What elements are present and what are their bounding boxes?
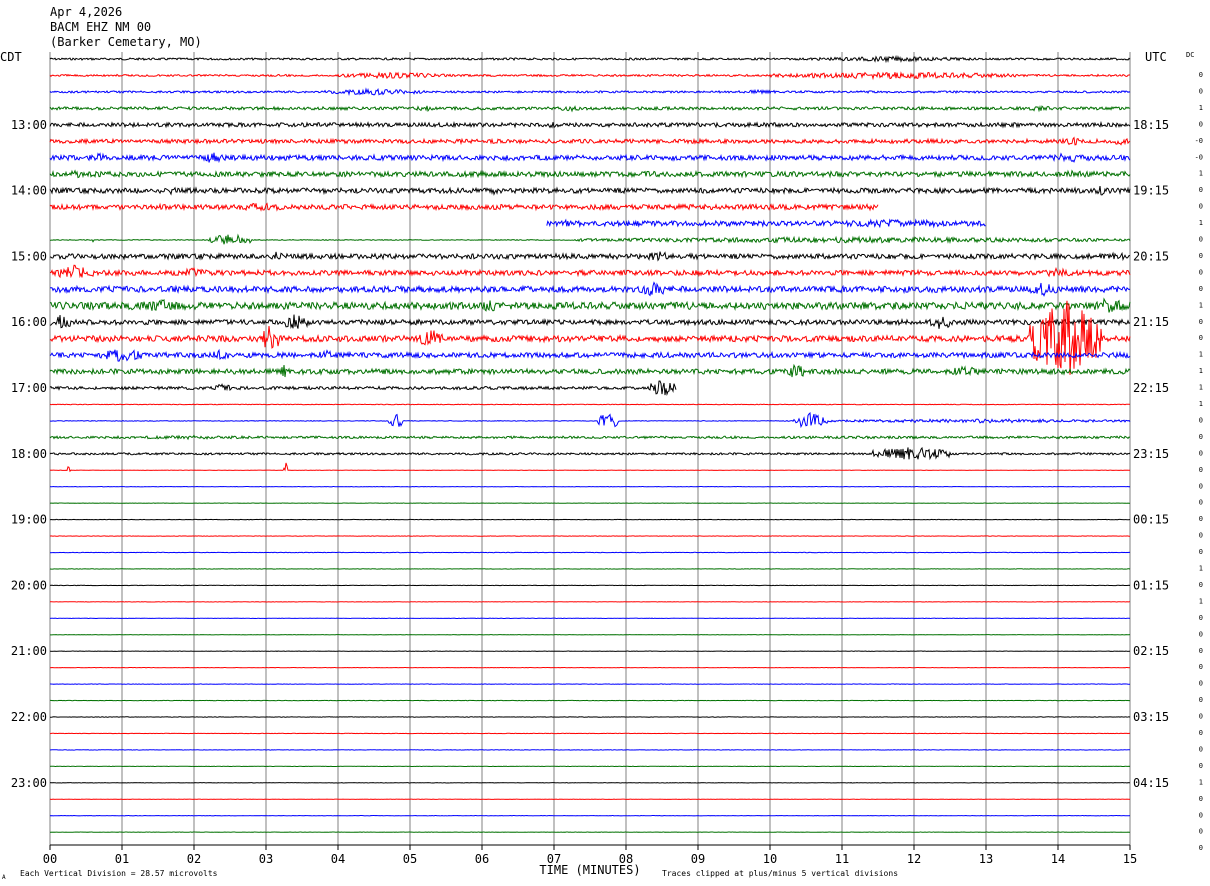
dc-offset-44: 0 <box>1199 795 1203 803</box>
left-hour-label-9: 22:00 <box>11 710 47 724</box>
dc-offset-40: 0 <box>1199 729 1203 737</box>
dc-offset-11: 0 <box>1199 252 1203 260</box>
dc-offset-36: 0 <box>1199 663 1203 671</box>
dc-offset-9: 1 <box>1199 219 1203 227</box>
dc-offset-27: 0 <box>1199 515 1203 523</box>
dc-offset-2: 1 <box>1199 104 1203 112</box>
dc-offset-19: 1 <box>1199 384 1203 392</box>
x-tick-label-12: 12 <box>907 852 921 866</box>
dc-offset-35: 0 <box>1199 647 1203 655</box>
x-tick-label-4: 04 <box>331 852 345 866</box>
dc-offset-18: 1 <box>1199 367 1203 375</box>
dc-offset-26: 0 <box>1199 499 1203 507</box>
dc-offset-13: 0 <box>1199 285 1203 293</box>
dc-offset-47: 0 <box>1199 844 1203 852</box>
dc-offset-17: 1 <box>1199 351 1203 359</box>
x-tick-label-0: 00 <box>43 852 57 866</box>
dc-offset-24: 0 <box>1199 466 1203 474</box>
trace-21 <box>49 403 1131 406</box>
dc-offset-34: 0 <box>1199 630 1203 638</box>
x-axis-title: TIME (MINUTES) <box>539 863 640 877</box>
left-hour-label-2: 15:00 <box>11 249 47 263</box>
dc-offset-43: 1 <box>1199 778 1203 786</box>
x-tick-label-1: 01 <box>115 852 129 866</box>
x-tick-label-9: 09 <box>691 852 705 866</box>
header-station: BACM EHZ NM 00 <box>50 20 151 34</box>
dc-offset-42: 0 <box>1199 762 1203 770</box>
right-timezone-label: UTC <box>1145 50 1167 64</box>
right-hour-label-9: 03:15 <box>1133 710 1169 724</box>
left-hour-label-7: 20:00 <box>11 578 47 592</box>
right-hour-label-4: 22:15 <box>1133 381 1169 395</box>
left-hour-label-8: 21:00 <box>11 644 47 658</box>
dc-offset-16: 0 <box>1199 334 1203 342</box>
dc-offset-32: 1 <box>1199 597 1203 605</box>
clip-note: Traces clipped at plus/minus 5 vertical … <box>662 869 898 878</box>
left-hour-label-5: 18:00 <box>11 447 47 461</box>
x-tick-label-11: 11 <box>835 852 849 866</box>
x-tick-label-10: 10 <box>763 852 777 866</box>
dc-offset-4: -0 <box>1195 137 1203 145</box>
dc-column-label: DC <box>1186 51 1194 59</box>
dc-offset-1: 0 <box>1199 87 1203 95</box>
right-hour-label-5: 23:15 <box>1133 447 1169 461</box>
dc-offset-20: 1 <box>1199 400 1203 408</box>
dc-offset-3: 0 <box>1199 120 1203 128</box>
dc-offset-23: 0 <box>1199 449 1203 457</box>
dc-offset-38: 0 <box>1199 696 1203 704</box>
x-tick-label-14: 14 <box>1051 852 1065 866</box>
dc-offset-22: 0 <box>1199 433 1203 441</box>
left-hour-label-3: 16:00 <box>11 315 47 329</box>
x-tick-label-5: 05 <box>403 852 417 866</box>
left-hour-label-0: 13:00 <box>11 118 47 132</box>
dc-offset-6: 1 <box>1199 170 1203 178</box>
x-tick-label-15: 15 <box>1123 852 1137 866</box>
dc-offset-31: 0 <box>1199 581 1203 589</box>
dc-offset-30: 1 <box>1199 565 1203 573</box>
dc-offset-45: 0 <box>1199 811 1203 819</box>
dc-offset-14: 1 <box>1199 301 1203 309</box>
dc-offset-28: 0 <box>1199 532 1203 540</box>
header-location: (Barker Cemetary, MO) <box>50 35 202 49</box>
right-hour-label-10: 04:15 <box>1133 776 1169 790</box>
dc-offset-21: 0 <box>1199 416 1203 424</box>
dc-offset-39: 0 <box>1199 713 1203 721</box>
scale-note: Each Vertical Division = 28.57 microvolt… <box>20 869 218 878</box>
x-tick-label-6: 06 <box>475 852 489 866</box>
x-tick-label-2: 02 <box>187 852 201 866</box>
dc-offset-46: 0 <box>1199 828 1203 836</box>
right-hour-label-2: 20:15 <box>1133 249 1169 263</box>
dc-offset-41: 0 <box>1199 745 1203 753</box>
left-hour-label-1: 14:00 <box>11 184 47 198</box>
right-hour-label-7: 01:15 <box>1133 578 1169 592</box>
right-hour-label-6: 00:15 <box>1133 513 1169 527</box>
x-tick-label-13: 13 <box>979 852 993 866</box>
x-tick-label-3: 03 <box>259 852 273 866</box>
dc-offset-8: 0 <box>1199 203 1203 211</box>
left-hour-label-6: 19:00 <box>11 513 47 527</box>
dc-offset-37: 0 <box>1199 680 1203 688</box>
corner-mark: A <box>2 874 6 881</box>
right-hour-label-8: 02:15 <box>1133 644 1169 658</box>
left-hour-label-4: 17:00 <box>11 381 47 395</box>
plot-background <box>0 0 1210 886</box>
left-timezone-label: CDT <box>0 50 22 64</box>
dc-offset-10: 0 <box>1199 236 1203 244</box>
right-hour-label-0: 18:15 <box>1133 118 1169 132</box>
dc-offset-25: 0 <box>1199 482 1203 490</box>
dc-offset-0: 0 <box>1199 71 1203 79</box>
header-date: Apr 4,2026 <box>50 5 122 19</box>
left-hour-label-10: 23:00 <box>11 776 47 790</box>
dc-offset-15: 0 <box>1199 318 1203 326</box>
right-hour-label-1: 19:15 <box>1133 184 1169 198</box>
dc-offset-5: -0 <box>1195 153 1203 161</box>
dc-offset-7: 0 <box>1199 186 1203 194</box>
dc-offset-29: 0 <box>1199 548 1203 556</box>
right-hour-label-3: 21:15 <box>1133 315 1169 329</box>
dc-offset-33: 0 <box>1199 614 1203 622</box>
helicorder-plot: Apr 4,2026 BACM EHZ NM 00 (Barker Cemeta… <box>0 0 1210 886</box>
dc-offset-12: 0 <box>1199 268 1203 276</box>
